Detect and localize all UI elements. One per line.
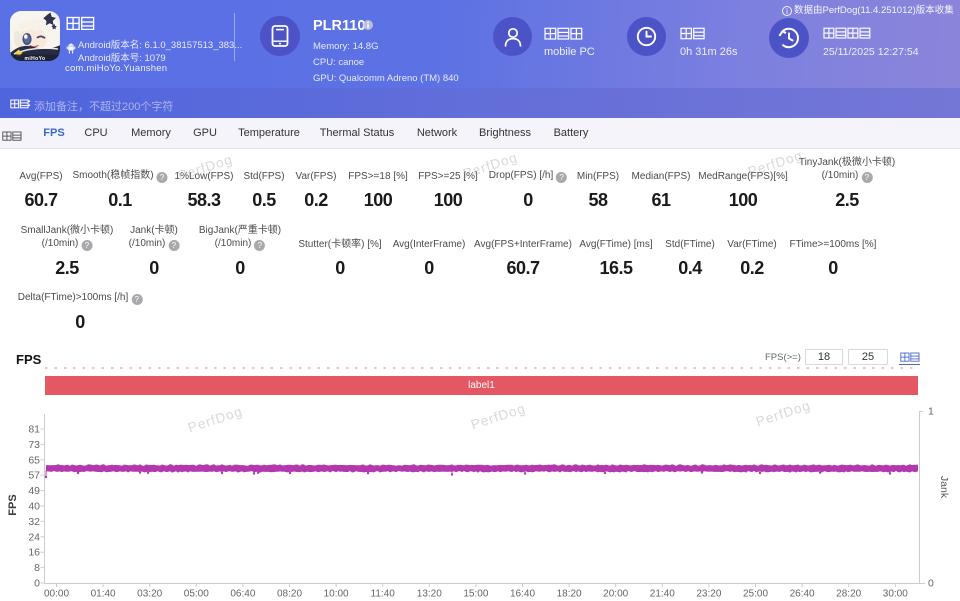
svg-text:13:20: 13:20 — [417, 589, 442, 600]
svg-text:03:20: 03:20 — [137, 589, 162, 600]
svg-text:08:20: 08:20 — [277, 589, 302, 600]
svg-text:23:20: 23:20 — [696, 589, 721, 600]
svg-text:32: 32 — [28, 516, 40, 528]
svg-text:18:20: 18:20 — [557, 589, 582, 600]
svg-text:21:40: 21:40 — [650, 589, 675, 600]
svg-text:24: 24 — [28, 531, 40, 543]
svg-text:30:00: 30:00 — [883, 589, 908, 600]
svg-text:20:00: 20:00 — [603, 589, 628, 600]
svg-text:15:00: 15:00 — [463, 589, 488, 600]
svg-text:65: 65 — [28, 454, 40, 466]
svg-text:Jank: Jank — [938, 476, 950, 499]
svg-text:28:20: 28:20 — [836, 589, 861, 600]
svg-text:40: 40 — [28, 501, 40, 513]
svg-text:0: 0 — [928, 578, 934, 590]
svg-text:16: 16 — [28, 547, 40, 559]
svg-text:81: 81 — [28, 424, 40, 436]
svg-text:05:00: 05:00 — [184, 589, 209, 600]
svg-text:0: 0 — [34, 578, 40, 590]
svg-text:10:00: 10:00 — [324, 589, 349, 600]
svg-text:26:40: 26:40 — [790, 589, 815, 600]
svg-text:73: 73 — [28, 439, 40, 451]
svg-text:8: 8 — [34, 562, 40, 574]
svg-text:1: 1 — [928, 406, 934, 418]
svg-text:01:40: 01:40 — [91, 589, 116, 600]
svg-text:57: 57 — [28, 470, 40, 482]
svg-text:00:00: 00:00 — [44, 589, 69, 600]
svg-text:FPS: FPS — [7, 494, 19, 515]
svg-text:11:40: 11:40 — [371, 589, 396, 600]
svg-text:49: 49 — [28, 485, 40, 497]
svg-text:miHoYo: miHoYo — [25, 56, 46, 61]
svg-text:25:00: 25:00 — [743, 589, 768, 600]
svg-text:06:40: 06:40 — [230, 589, 255, 600]
svg-text:16:40: 16:40 — [510, 589, 535, 600]
